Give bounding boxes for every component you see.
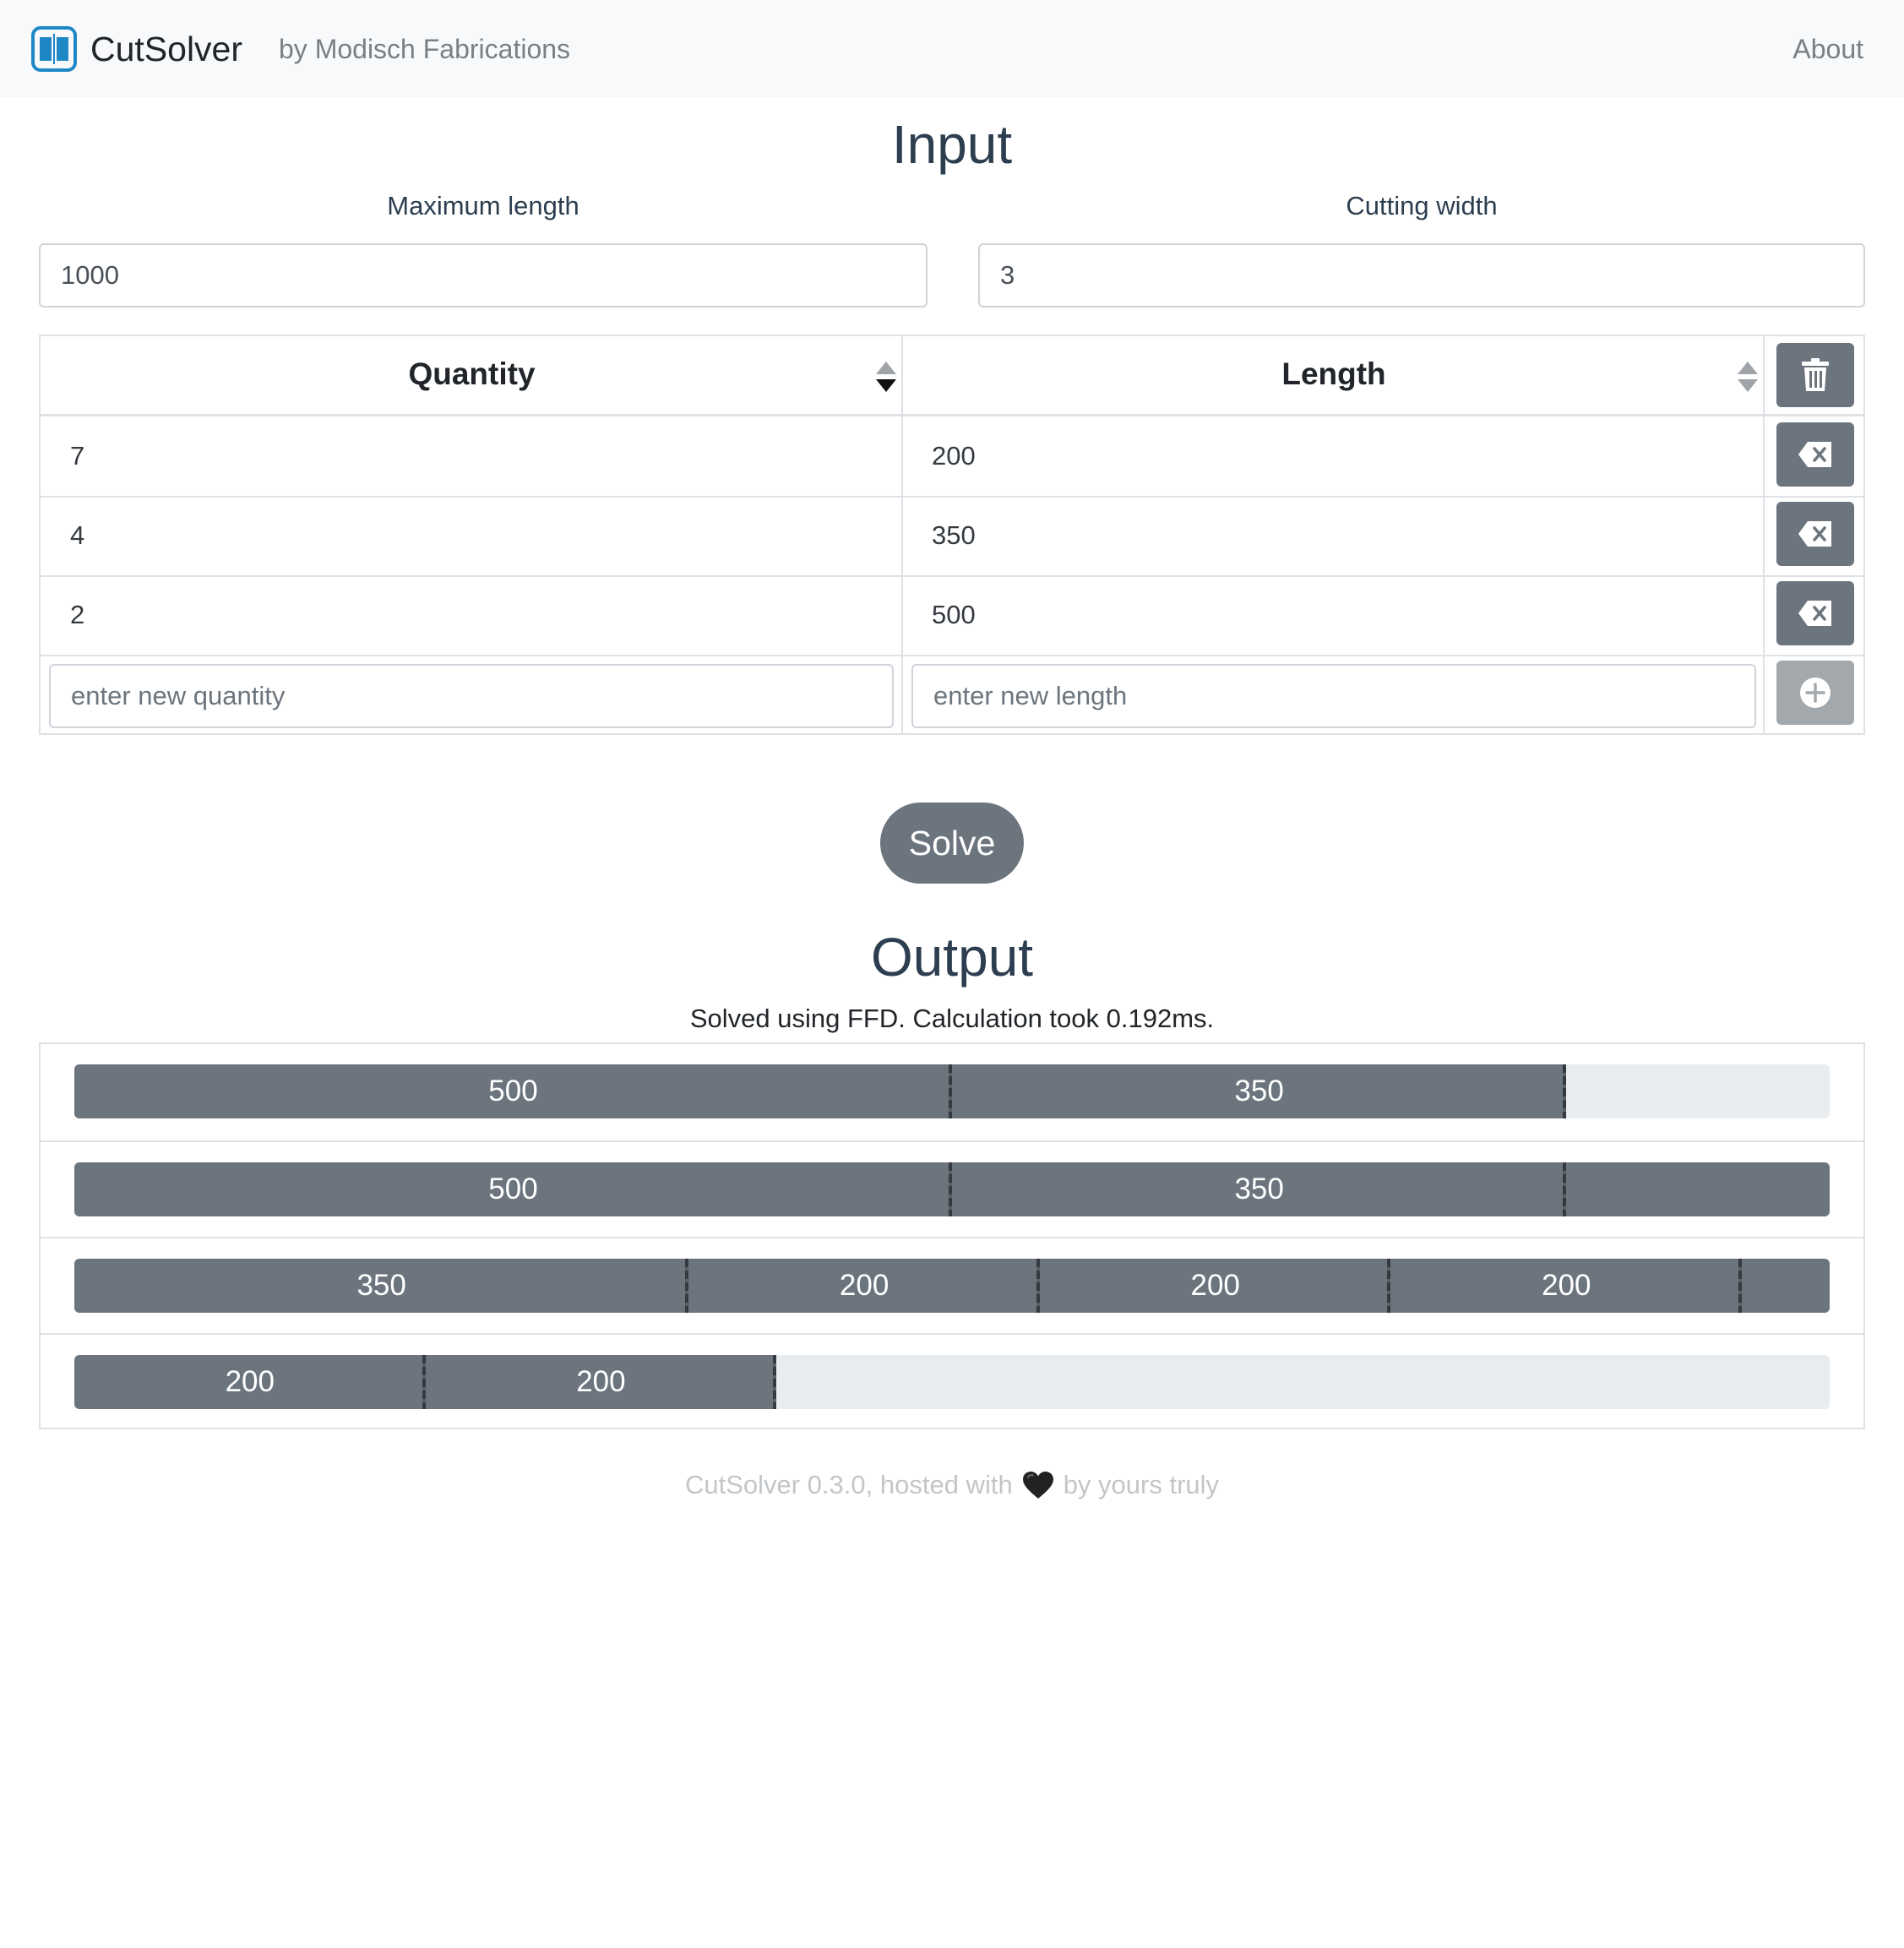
max-length-input[interactable] (39, 243, 928, 307)
stock-bar-row: 500350350200 (41, 1140, 1863, 1237)
row-1-length[interactable]: 200 (932, 441, 976, 471)
cut-segment: 500 (74, 1064, 952, 1118)
new-quantity-input[interactable] (49, 664, 894, 728)
output-results: 500350500350350200350200200200200200200 (39, 1042, 1865, 1429)
delete-row-2-button[interactable] (1776, 502, 1854, 566)
row-divider (41, 496, 1863, 498)
stock-bar-row: 350200200200200 (41, 1237, 1863, 1333)
header-divider (41, 414, 1863, 416)
row-3-quantity[interactable]: 2 (70, 600, 84, 630)
cut-segment: 200 (1742, 1259, 1830, 1313)
add-row-button[interactable] (1776, 661, 1854, 725)
stock-bar-track: 500350350200 (74, 1162, 1830, 1216)
quantity-header[interactable]: Quantity (41, 356, 903, 392)
brand-name[interactable]: CutSolver (90, 25, 242, 73)
cut-segment: 200 (425, 1355, 777, 1409)
cut-segment: 350 (74, 1259, 689, 1313)
delete-row-1-button[interactable] (1776, 422, 1854, 487)
backspace-icon (1798, 442, 1831, 467)
row-3-length[interactable]: 500 (932, 600, 976, 630)
cutsolver-logo-icon (31, 26, 77, 72)
sort-both-icon[interactable] (1737, 360, 1759, 394)
cut-width-label: Cutting width (1346, 191, 1498, 220)
stock-bar-track: 500 350 (74, 1064, 1830, 1118)
brand-logo-link[interactable] (30, 25, 78, 73)
backspace-icon (1798, 601, 1831, 626)
clear-all-button[interactable] (1776, 343, 1854, 407)
input-title: Input (891, 114, 1013, 175)
brand-subtitle: by Modisch Fabrications (279, 34, 571, 64)
stock-bar-track: 200 200 (74, 1355, 1830, 1409)
stock-bar-segments: 500 350 (74, 1064, 1567, 1118)
cut-segment: 350 (952, 1064, 1567, 1118)
new-length-input[interactable] (911, 664, 1756, 728)
stock-bar-segments: 200 200 (74, 1355, 777, 1409)
output-title: Output (870, 927, 1034, 988)
sort-desc-icon[interactable] (875, 360, 897, 394)
solver-status: Solved using FFD. Calculation took 0.192… (689, 1004, 1215, 1033)
plus-circle-icon (1800, 677, 1831, 708)
cut-segment: 200 (1390, 1259, 1743, 1313)
max-length-label: Maximum length (387, 191, 579, 220)
nav-about-link[interactable]: About (1792, 25, 1863, 73)
cut-segment: 350 (1566, 1162, 1830, 1216)
backspace-icon (1798, 521, 1831, 547)
row-divider (41, 655, 1863, 656)
cut-segment: 350 (952, 1162, 1567, 1216)
cut-segment: 200 (1039, 1259, 1391, 1313)
heart-icon (1022, 1472, 1053, 1499)
stock-bar-row: 200 200 (41, 1333, 1863, 1429)
trash-icon (1802, 358, 1829, 391)
cut-segment: 500 (74, 1162, 952, 1216)
navbar: CutSolver by Modisch Fabrications About (0, 0, 1904, 97)
row-2-quantity[interactable]: 4 (70, 520, 84, 551)
footer-text-after: by yours truly (1063, 1470, 1220, 1499)
row-1-quantity[interactable]: 7 (70, 441, 84, 471)
cut-segment: 200 (688, 1259, 1040, 1313)
cut-width-input[interactable] (978, 243, 1865, 307)
cut-segment: 200 (74, 1355, 426, 1409)
solve-button[interactable]: Solve (880, 803, 1024, 884)
row-divider (41, 575, 1863, 577)
length-header[interactable]: Length (903, 356, 1765, 392)
footer: CutSolver 0.3.0, hosted with by yours tr… (0, 1470, 1904, 1500)
footer-text-before: CutSolver 0.3.0, hosted with (684, 1470, 1013, 1499)
stock-bar-segments: 350200200200200 (74, 1259, 1830, 1313)
stock-bar-track: 350200200200200 (74, 1259, 1830, 1313)
stock-bar-row: 500 350 (41, 1044, 1863, 1140)
row-2-length[interactable]: 350 (932, 520, 976, 551)
cuts-table: Quantity Length 7 200 4 350 2 500 enter … (39, 335, 1865, 735)
stock-bar-segments: 500350350200 (74, 1162, 1830, 1216)
delete-row-3-button[interactable] (1776, 581, 1854, 645)
